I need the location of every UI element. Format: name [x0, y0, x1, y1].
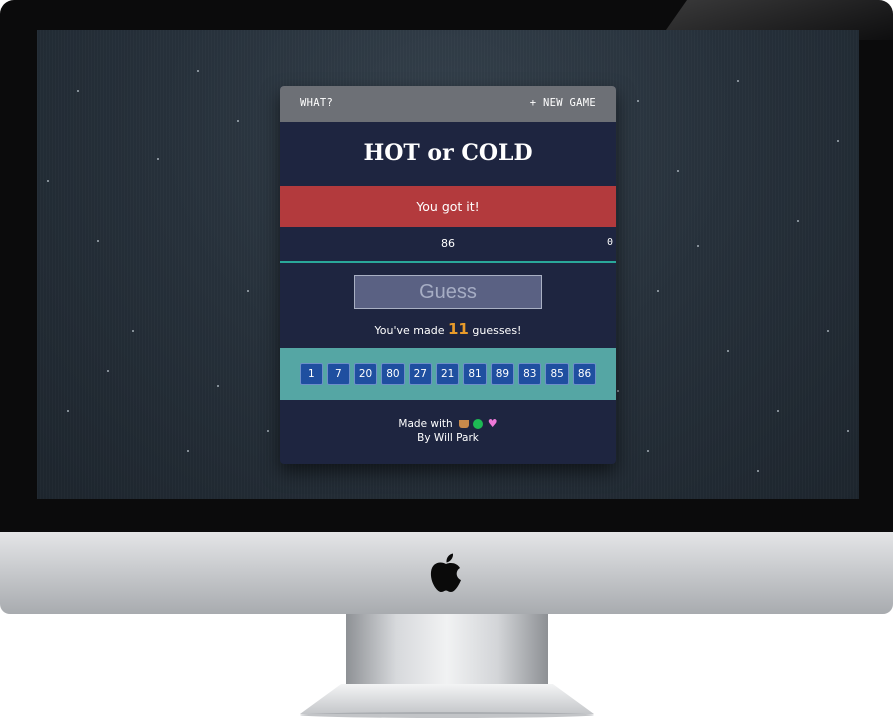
- imac-stand-neck: [346, 614, 548, 684]
- history-chip: 80: [381, 363, 405, 385]
- guess-extra-digit: 0: [606, 237, 613, 248]
- history-chip: 21: [435, 363, 460, 385]
- guess-input[interactable]: 86 0: [280, 227, 616, 263]
- guess-count-line: You've made 11 guesses!: [280, 320, 616, 338]
- history-chip: 89: [490, 363, 515, 385]
- game-title: HOT or COLD: [363, 140, 533, 166]
- guess-count-prefix: You've made: [374, 324, 445, 337]
- feedback-banner: You got it!: [280, 186, 616, 227]
- guess-button[interactable]: Guess: [354, 275, 542, 309]
- made-with-text: Made with: [398, 418, 453, 430]
- history-chip: 83: [518, 363, 542, 385]
- apple-logo-icon: [430, 553, 461, 592]
- history-chip: 27: [408, 363, 432, 385]
- made-with-line: Made with ♥: [280, 417, 616, 431]
- history-chip: 20: [353, 363, 378, 385]
- author-credit: By Will Park: [417, 432, 479, 444]
- imac-stand-shadow: [300, 712, 594, 718]
- heart-icon: ♥: [487, 417, 498, 430]
- hot-or-cold-app-card: WHAT? + NEW GAME HOT or COLD You got it!…: [280, 86, 616, 464]
- guess-history: 1 7 20 80 27 21 81 89 83 85 86: [280, 348, 616, 400]
- guess-count-suffix: guesses!: [472, 324, 522, 337]
- imac-stand-foot: [300, 684, 594, 714]
- history-chip: 1: [299, 363, 323, 385]
- footer: Made with ♥ By Will Park: [280, 417, 616, 445]
- top-bar: WHAT? + NEW GAME: [280, 86, 616, 122]
- guess-count-number: 11: [448, 320, 469, 338]
- history-chip: 86: [572, 363, 597, 385]
- coffee-icon: [459, 420, 469, 428]
- spotify-icon: [473, 419, 484, 429]
- history-chip: 85: [545, 363, 569, 385]
- history-chip: 7: [326, 363, 350, 385]
- history-chip: 81: [463, 363, 487, 385]
- what-link[interactable]: WHAT?: [300, 97, 333, 109]
- new-game-link[interactable]: + NEW GAME: [530, 97, 596, 109]
- guess-value: 86: [441, 237, 455, 250]
